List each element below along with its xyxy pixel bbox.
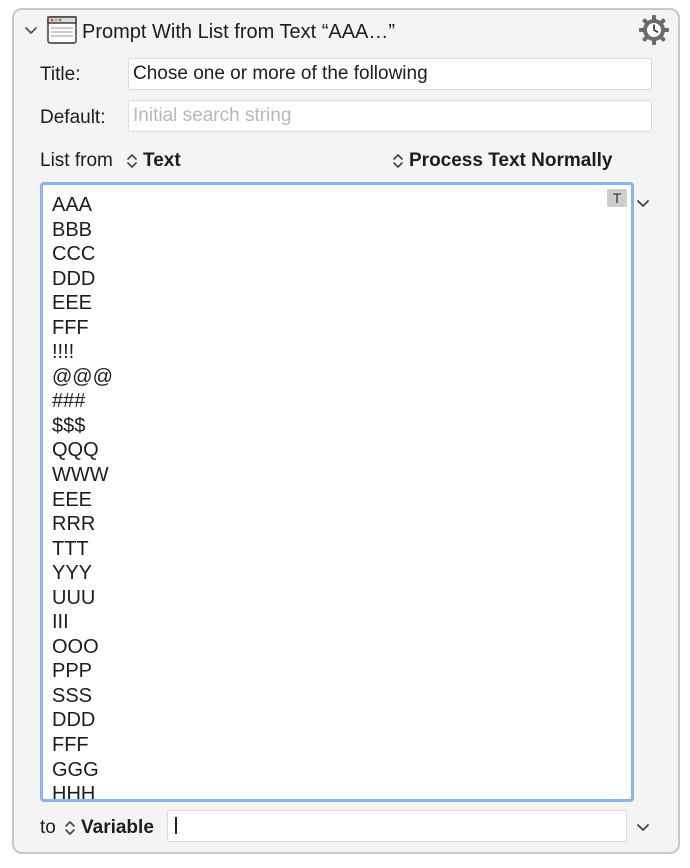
list-line: PPP xyxy=(52,660,93,683)
list-line: DDD xyxy=(52,267,96,290)
list-line: YYY xyxy=(52,562,93,585)
list-line: HHH xyxy=(52,783,96,802)
list-line: DDD xyxy=(52,709,96,732)
list-line: III xyxy=(52,611,69,634)
list-line: OOO xyxy=(52,635,99,658)
list-line: @@@ xyxy=(52,365,113,388)
text-token-badge[interactable]: T xyxy=(607,189,627,207)
list-line: !!!! xyxy=(52,341,75,364)
list-line: $$$ xyxy=(52,414,86,437)
list-line: SSS xyxy=(52,684,93,707)
list-text-area[interactable]: T AAA BBB CCC DDD EEE FFF!!!! @@@ ### $$$ QQQ WWW E… xyxy=(40,182,634,802)
list-line: TTT xyxy=(52,537,89,560)
list-lines: AAA BBB CCC DDD EEE FFF!!!! @@@ ### $$$ QQQ WWW EEE… xyxy=(52,193,113,802)
variable-name-input[interactable] xyxy=(167,810,627,842)
list-line: EEE xyxy=(52,488,93,511)
output-type-value: Variable xyxy=(81,817,154,838)
gear-clock-icon[interactable] xyxy=(638,14,670,46)
source-type-value: Text xyxy=(143,150,181,171)
chevron-down-icon[interactable] xyxy=(636,196,650,210)
action-title[interactable]: Prompt With List from Text “AAA…” xyxy=(82,19,395,45)
source-type-popup[interactable]: Text xyxy=(126,149,181,173)
action-header: Prompt With List from Text “AAA…” xyxy=(14,10,678,54)
title-input[interactable]: Chose one or more of the following xyxy=(128,58,652,90)
list-line: EEE xyxy=(52,292,93,315)
list-line: WWW xyxy=(52,464,109,487)
list-line: RRR xyxy=(52,513,96,536)
list-line: BBB xyxy=(52,218,93,241)
to-label: to xyxy=(40,817,56,838)
list-line: QQQ xyxy=(52,439,99,462)
list-line: FFF xyxy=(52,734,89,757)
default-search-input[interactable]: Initial search string xyxy=(128,100,652,132)
list-from-label: List from xyxy=(40,150,113,171)
chevron-down-icon[interactable] xyxy=(22,22,40,40)
title-label: Title: xyxy=(40,64,81,85)
action-panel: Prompt With List from Text “AAA…” Title:… xyxy=(12,8,680,854)
list-line: AAA xyxy=(52,194,93,216)
processing-popup[interactable]: Process Text Normally xyxy=(392,149,612,173)
list-line: FFF xyxy=(52,316,89,339)
processing-value: Process Text Normally xyxy=(409,150,613,171)
updown-arrows-icon xyxy=(65,821,75,835)
chevron-down-icon[interactable] xyxy=(636,820,650,834)
list-line: CCC xyxy=(52,243,96,266)
updown-arrows-icon xyxy=(393,154,403,168)
list-line: UUU xyxy=(52,586,96,609)
text-caret xyxy=(175,817,177,835)
output-type-popup[interactable]: Variable xyxy=(64,816,154,840)
prompt-window-icon xyxy=(47,16,77,44)
list-line: ### xyxy=(52,390,86,413)
default-label: Default: xyxy=(40,107,106,128)
updown-arrows-icon xyxy=(127,154,137,168)
list-line: GGG xyxy=(52,758,99,781)
